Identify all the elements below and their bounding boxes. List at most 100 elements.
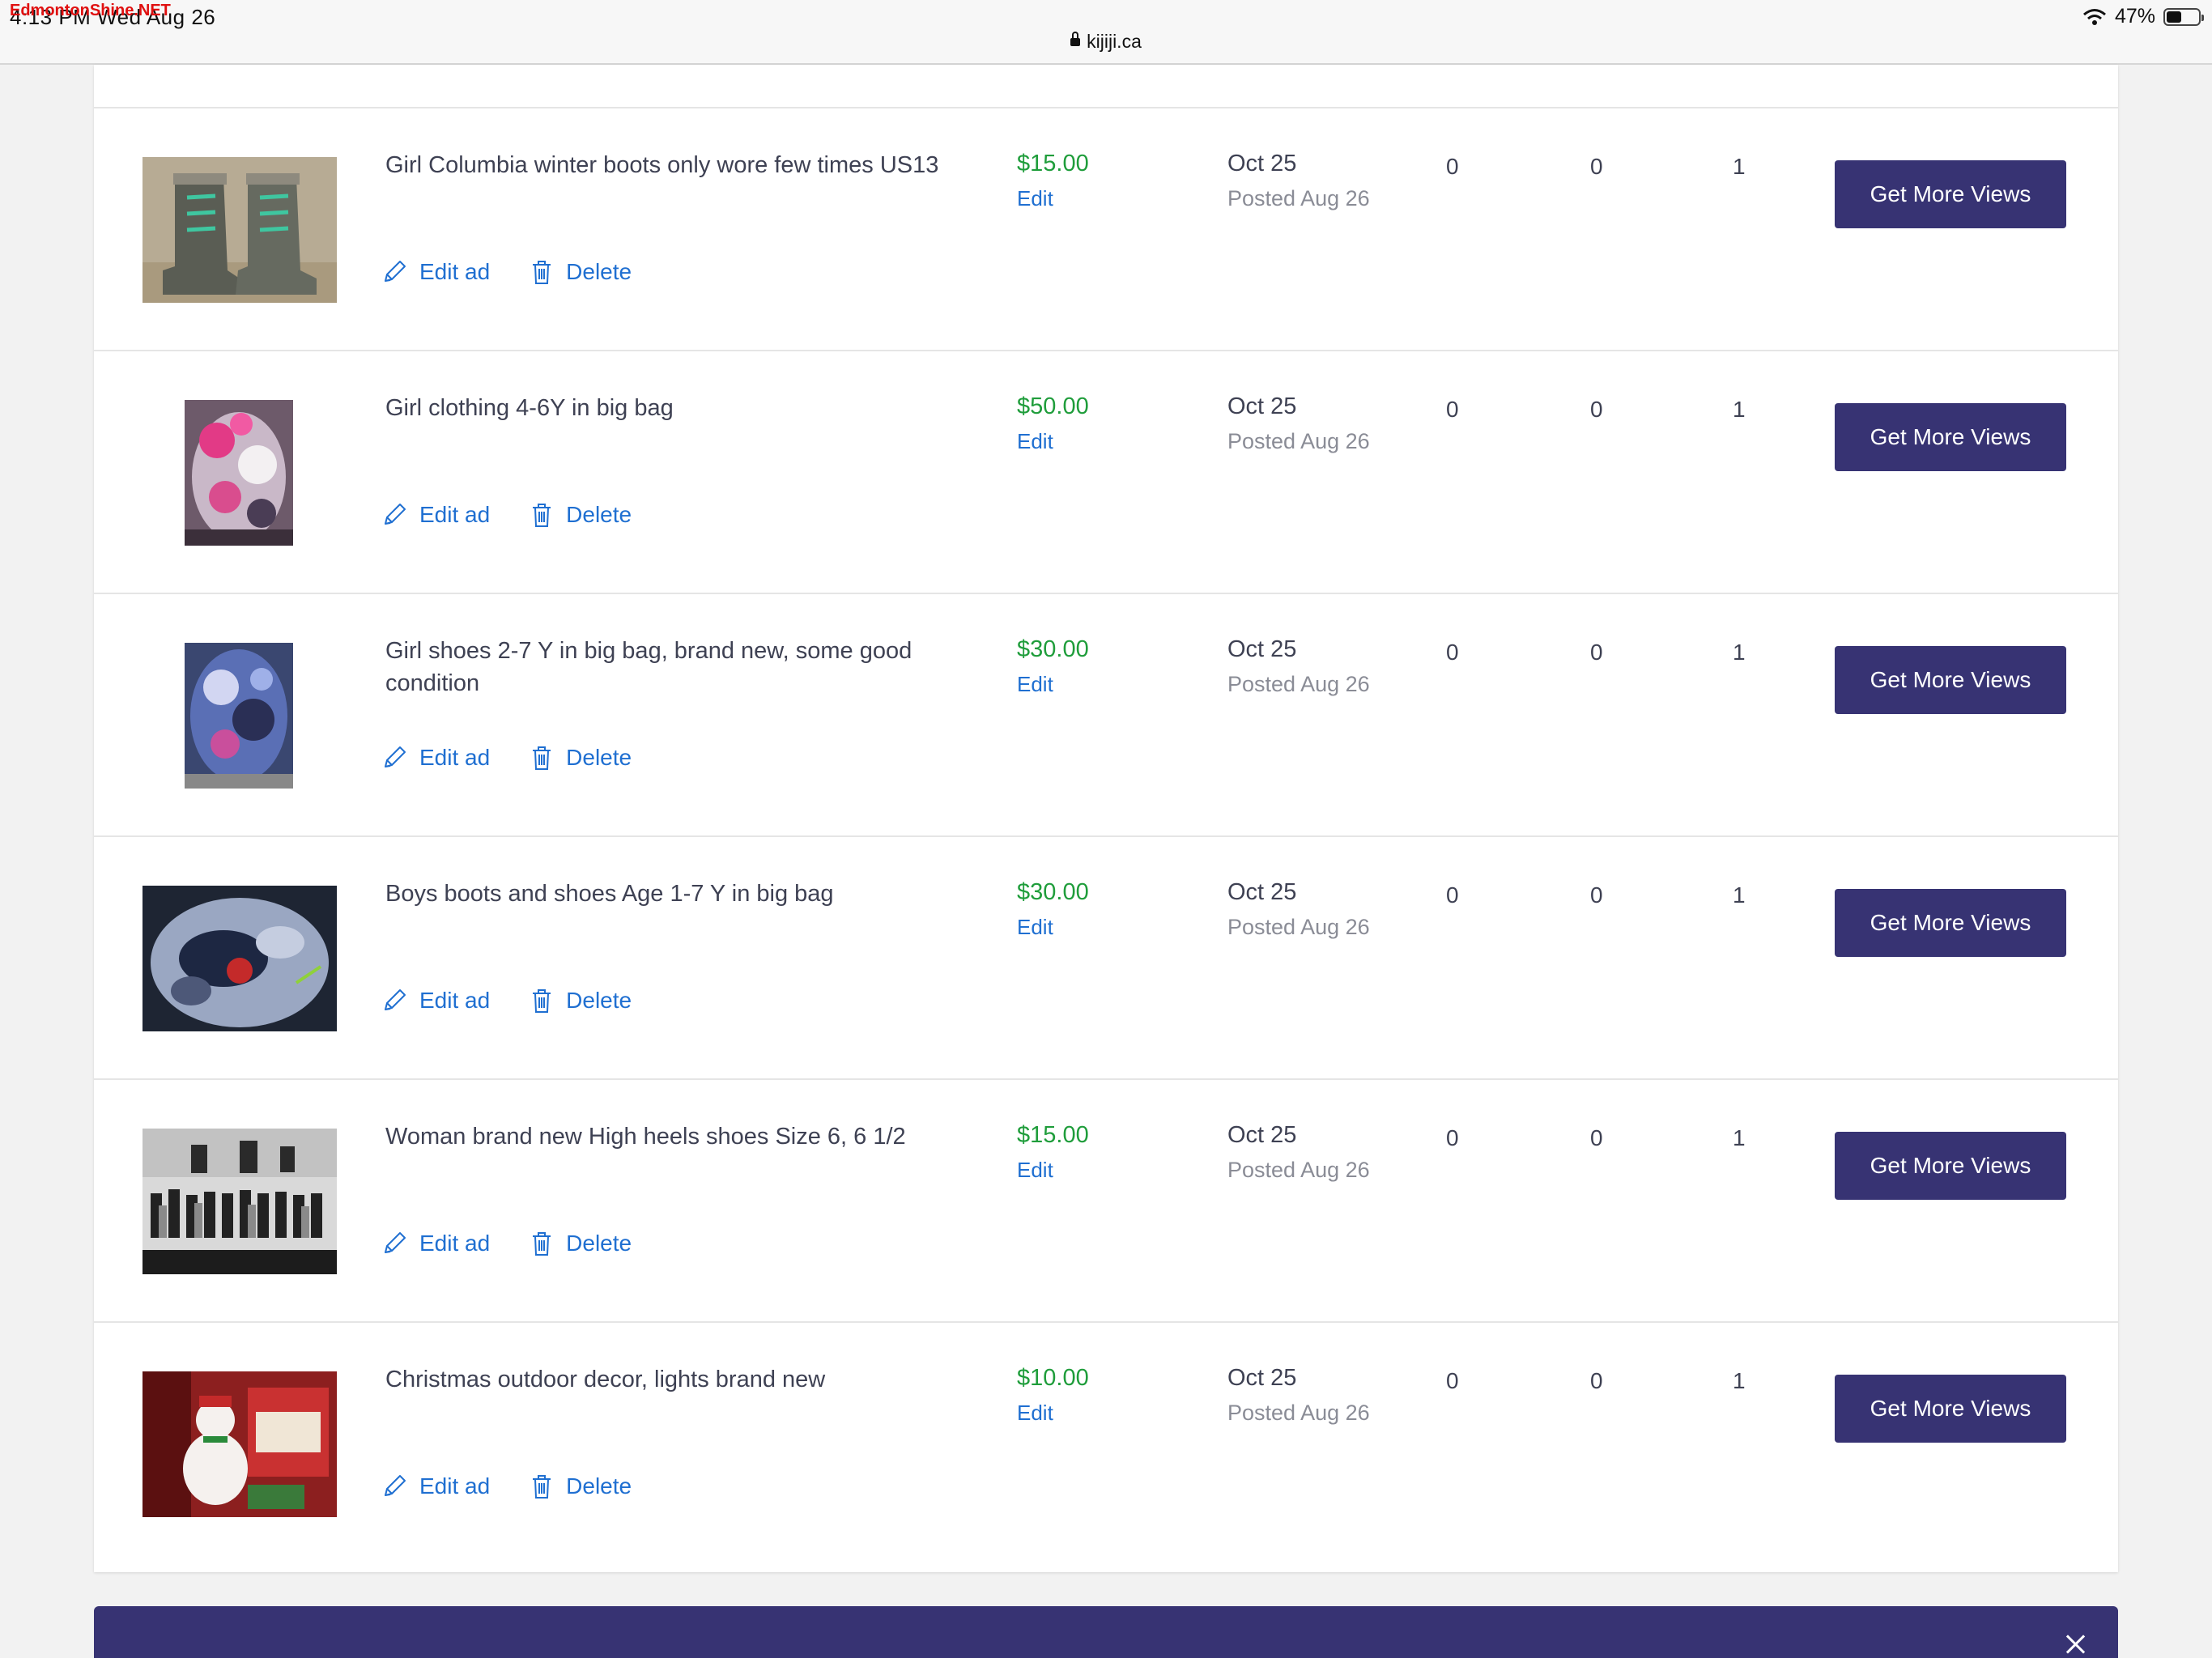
ad-row: Woman brand new High heels shoes Size 6,… xyxy=(94,1080,2118,1323)
pencil-icon xyxy=(385,989,406,1010)
ad-posted-date: Posted Aug 26 xyxy=(1227,915,1370,939)
ad-stat-3: 1 xyxy=(1733,154,1746,179)
ad-posted-date: Posted Aug 26 xyxy=(1227,429,1370,453)
get-more-views-button[interactable]: Get More Views xyxy=(1835,889,2066,957)
trash-icon xyxy=(533,261,551,284)
ad-expiry-date: Oct 25 xyxy=(1227,1122,1297,1148)
get-more-views-button[interactable]: Get More Views xyxy=(1835,160,2066,228)
price-edit-link[interactable]: Edit xyxy=(1017,429,1053,454)
edit-ad-label: Edit ad xyxy=(419,1473,491,1499)
pencil-icon xyxy=(385,504,406,525)
battery-fill xyxy=(2167,11,2181,23)
ad-expiry-date: Oct 25 xyxy=(1227,1365,1297,1391)
edit-ad-button[interactable]: Edit ad xyxy=(382,1473,490,1500)
edit-ad-button[interactable]: Edit ad xyxy=(382,258,490,286)
price-edit-link[interactable]: Edit xyxy=(1017,1401,1053,1426)
delete-button[interactable]: Delete xyxy=(529,501,632,529)
ad-stat-1: 0 xyxy=(1446,1368,1459,1393)
trash-icon xyxy=(533,504,551,527)
url-text: kijiji.ca xyxy=(1087,31,1142,52)
get-more-views-button[interactable]: Get More Views xyxy=(1835,1132,2066,1200)
ad-stat-2: 0 xyxy=(1590,882,1603,908)
ad-actions: Edit ad Delete xyxy=(382,1473,632,1500)
ad-title[interactable]: Christmas outdoor decor, lights brand ne… xyxy=(385,1363,968,1396)
ad-stat-1: 0 xyxy=(1446,154,1459,179)
battery-icon xyxy=(2163,7,2204,26)
close-icon[interactable] xyxy=(2065,1634,2086,1655)
pencil-icon xyxy=(385,1475,406,1496)
ad-actions: Edit ad Delete xyxy=(382,1230,632,1257)
ad-actions: Edit ad Delete xyxy=(382,501,632,529)
ad-title[interactable]: Girl shoes 2-7 Y in big bag, brand new, … xyxy=(385,635,968,699)
ad-title[interactable]: Girl clothing 4-6Y in big bag xyxy=(385,392,968,424)
ad-stat-1: 0 xyxy=(1446,640,1459,665)
edit-ad-label: Edit ad xyxy=(419,259,491,284)
ad-stat-1: 0 xyxy=(1446,397,1459,422)
ad-stat-3: 1 xyxy=(1733,397,1746,422)
delete-button[interactable]: Delete xyxy=(529,1230,632,1257)
pencil-icon xyxy=(385,1232,406,1253)
ad-posted-date: Posted Aug 26 xyxy=(1227,672,1370,696)
ad-stat-1: 0 xyxy=(1446,882,1459,908)
delete-button[interactable]: Delete xyxy=(529,744,632,772)
edit-ad-button[interactable]: Edit ad xyxy=(382,1230,490,1257)
ad-expiry-date: Oct 25 xyxy=(1227,636,1297,662)
get-more-views-button[interactable]: Get More Views xyxy=(1835,1375,2066,1443)
ad-price: $30.00 xyxy=(1017,879,1089,905)
ad-posted-date: Posted Aug 26 xyxy=(1227,186,1370,210)
boys-shoes-bag-photo-icon[interactable] xyxy=(143,886,337,1031)
edit-ad-label: Edit ad xyxy=(419,1231,491,1256)
trash-icon xyxy=(533,1475,551,1499)
delete-button[interactable]: Delete xyxy=(529,1473,632,1500)
get-more-views-button[interactable]: Get More Views xyxy=(1835,403,2066,471)
ad-price: $15.00 xyxy=(1017,1122,1089,1148)
ad-stat-1: 0 xyxy=(1446,1125,1459,1150)
high-heels-photo-icon[interactable] xyxy=(143,1129,337,1274)
pencil-icon xyxy=(385,261,406,282)
delete-label: Delete xyxy=(566,1473,632,1499)
price-edit-link[interactable]: Edit xyxy=(1017,672,1053,697)
ad-title[interactable]: Girl Columbia winter boots only wore few… xyxy=(385,149,968,181)
winter-boots-photo-icon[interactable] xyxy=(143,157,337,303)
ad-actions: Edit ad Delete xyxy=(382,744,632,772)
edit-ad-button[interactable]: Edit ad xyxy=(382,744,490,772)
ad-posted-date: Posted Aug 26 xyxy=(1227,1158,1370,1182)
edit-ad-button[interactable]: Edit ad xyxy=(382,987,490,1014)
price-edit-link[interactable]: Edit xyxy=(1017,1158,1053,1183)
lock-icon xyxy=(1070,31,1081,46)
address-bar[interactable]: kijiji.ca xyxy=(0,31,2212,53)
get-more-views-button[interactable]: Get More Views xyxy=(1835,646,2066,714)
ad-price: $10.00 xyxy=(1017,1365,1089,1391)
wifi-icon xyxy=(2082,8,2106,25)
ad-expiry-date: Oct 25 xyxy=(1227,879,1297,905)
trash-icon xyxy=(533,746,551,770)
ad-actions: Edit ad Delete xyxy=(382,258,632,286)
ad-stat-3: 1 xyxy=(1733,1368,1746,1393)
ad-title[interactable]: Woman brand new High heels shoes Size 6,… xyxy=(385,1120,968,1153)
battery-percent: 47% xyxy=(2114,5,2155,28)
price-edit-link[interactable]: Edit xyxy=(1017,186,1053,211)
price-edit-link[interactable]: Edit xyxy=(1017,915,1053,940)
clothing-bag-photo-icon[interactable] xyxy=(185,400,293,546)
ad-price: $15.00 xyxy=(1017,151,1089,176)
edit-ad-label: Edit ad xyxy=(419,988,491,1013)
my-ads-card: Girl Columbia winter boots only wore few… xyxy=(94,65,2118,1572)
ad-price: $30.00 xyxy=(1017,636,1089,662)
ad-row: Girl Columbia winter boots only wore few… xyxy=(94,108,2118,351)
ad-title[interactable]: Boys boots and shoes Age 1-7 Y in big ba… xyxy=(385,878,968,910)
shoes-bag-photo-icon[interactable] xyxy=(185,643,293,789)
ad-posted-date: Posted Aug 26 xyxy=(1227,1401,1370,1425)
ad-price: $50.00 xyxy=(1017,393,1089,419)
ad-row: Girl shoes 2-7 Y in big bag, brand new, … xyxy=(94,594,2118,837)
delete-button[interactable]: Delete xyxy=(529,258,632,286)
edit-ad-label: Edit ad xyxy=(419,745,491,770)
ad-row: Boys boots and shoes Age 1-7 Y in big ba… xyxy=(94,837,2118,1080)
delete-button[interactable]: Delete xyxy=(529,987,632,1014)
ad-row: Girl clothing 4-6Y in big bag Edit ad De… xyxy=(94,351,2118,594)
trash-icon xyxy=(533,989,551,1013)
ad-stat-2: 0 xyxy=(1590,1125,1603,1150)
edit-ad-button[interactable]: Edit ad xyxy=(382,501,490,529)
christmas-decor-photo-icon[interactable] xyxy=(143,1371,337,1517)
ad-expiry-date: Oct 25 xyxy=(1227,393,1297,419)
ad-expiry-date: Oct 25 xyxy=(1227,151,1297,176)
